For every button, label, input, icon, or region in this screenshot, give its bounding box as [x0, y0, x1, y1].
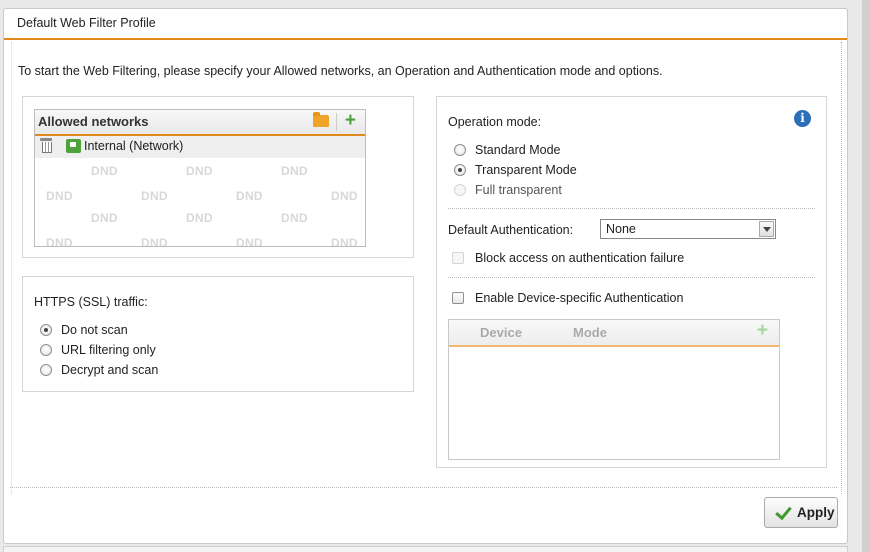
https-option-label: URL filtering only [61, 343, 156, 357]
mode-column-header: Mode [573, 325, 607, 340]
device-column-header: Device [480, 325, 522, 340]
block-access-label: Block access on authentication failure [475, 251, 685, 265]
header-separator [336, 113, 337, 131]
dnd-watermark: DND [46, 189, 73, 203]
dnd-watermark: DND [331, 189, 358, 203]
transparent-mode-radio[interactable] [454, 164, 466, 176]
divider [448, 277, 815, 278]
folder-icon[interactable] [313, 112, 329, 127]
dnd-watermark: DND [281, 164, 308, 178]
add-icon: + [756, 320, 768, 341]
default-auth-label: Default Authentication: [448, 223, 574, 237]
device-table-header: Device Mode + [449, 320, 779, 347]
dnd-watermark: DND [91, 211, 118, 225]
https-option-label: Decrypt and scan [61, 363, 159, 377]
network-icon [66, 139, 81, 153]
allowed-networks-list[interactable]: Allowed networks + Internal (Network) DN… [34, 109, 366, 247]
dnd-watermark: DND [186, 164, 213, 178]
operation-option-label: Transparent Mode [475, 163, 577, 177]
apply-button[interactable]: Apply [764, 497, 838, 528]
allowed-networks-header: Allowed networks + [35, 110, 365, 136]
dnd-watermark: DND [141, 236, 168, 247]
default-auth-select[interactable]: None [600, 219, 776, 239]
dnd-watermark: DND [236, 189, 263, 203]
apply-label: Apply [797, 505, 835, 520]
list-item[interactable]: Internal (Network) [35, 136, 365, 158]
add-icon[interactable]: + [345, 110, 356, 132]
device-auth-checkbox[interactable] [452, 292, 464, 304]
https-option-label: Do not scan [61, 323, 128, 337]
default-auth-value: None [606, 222, 636, 236]
check-icon [774, 504, 791, 521]
https-url-filtering-radio[interactable] [40, 344, 52, 356]
info-icon[interactable]: i [794, 110, 811, 127]
https-label: HTTPS (SSL) traffic: [34, 295, 148, 309]
full-transparent-radio [454, 184, 466, 196]
footer-divider [10, 487, 837, 488]
https-do-not-scan-radio[interactable] [40, 324, 52, 336]
scrollbar[interactable] [862, 0, 870, 552]
https-decrypt-radio[interactable] [40, 364, 52, 376]
trash-icon[interactable] [40, 138, 52, 153]
standard-mode-radio[interactable] [454, 144, 466, 156]
dnd-watermark: DND [46, 236, 73, 247]
dnd-watermark: DND [331, 236, 358, 247]
device-table: Device Mode + [448, 319, 780, 460]
next-panel-edge [3, 546, 848, 552]
device-auth-label: Enable Device-specific Authentication [475, 291, 684, 305]
dnd-watermark: DND [186, 211, 213, 225]
list-item-label: Internal (Network) [84, 139, 184, 153]
operation-mode-label: Operation mode: [448, 115, 542, 129]
operation-option-label: Full transparent [475, 183, 562, 197]
dnd-watermark: DND [91, 164, 118, 178]
allowed-networks-title: Allowed networks [38, 114, 149, 129]
chevron-down-icon[interactable] [759, 221, 774, 237]
panel-title: Default Web Filter Profile [4, 9, 847, 40]
dnd-watermark: DND [141, 189, 168, 203]
block-access-checkbox [452, 252, 464, 264]
dnd-watermark: DND [281, 211, 308, 225]
divider [448, 208, 815, 209]
intro-text: To start the Web Filtering, please speci… [18, 64, 663, 78]
operation-option-label: Standard Mode [475, 143, 561, 157]
dnd-watermark: DND [236, 236, 263, 247]
